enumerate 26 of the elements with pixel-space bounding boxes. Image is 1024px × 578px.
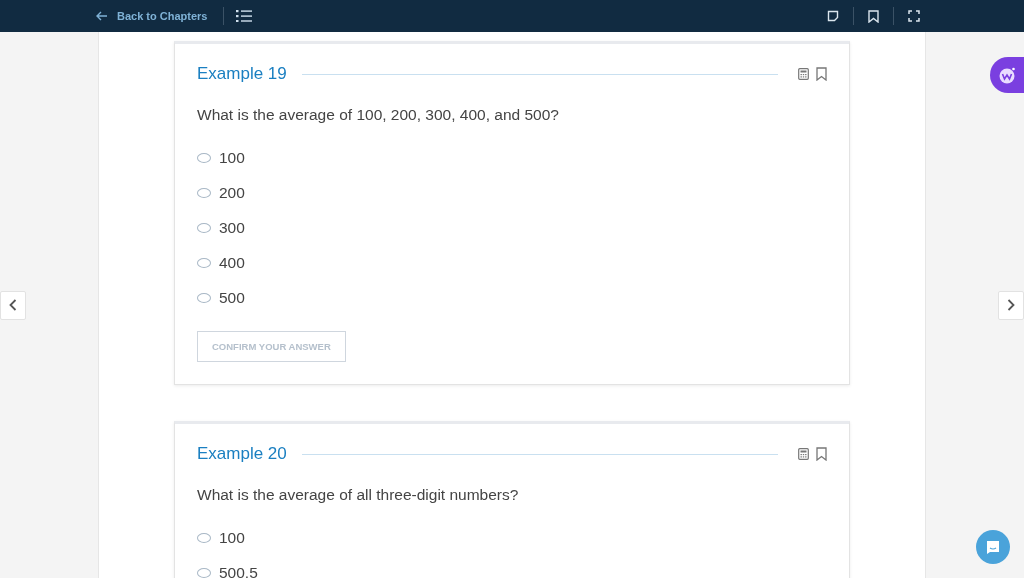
answer-option[interactable]: 100 [197, 140, 827, 175]
answer-option[interactable]: 300 [197, 210, 827, 245]
assistant-logo-icon [998, 66, 1016, 84]
calculator-icon[interactable] [798, 448, 809, 460]
question-text: What is the average of all three-digit numbers? [197, 486, 520, 504]
answer-option[interactable]: 200 [197, 175, 827, 210]
calculator-icon[interactable] [798, 68, 809, 80]
chat-icon [986, 539, 1000, 555]
chevron-left-icon [9, 299, 17, 311]
list-icon[interactable] [236, 10, 253, 22]
answer-option[interactable]: 500 [197, 280, 827, 315]
answer-option[interactable]: 100 [197, 520, 827, 555]
back-link[interactable]: Back to Chapters [96, 10, 208, 22]
chat-button[interactable] [976, 530, 1010, 564]
question-text: What is the average of 100, 200, 300, 400, and 500? [197, 106, 560, 124]
answer-option[interactable]: 500.5 [197, 555, 827, 578]
next-button[interactable] [998, 290, 1024, 320]
previous-button[interactable] [0, 290, 26, 320]
arrow-left-icon [96, 11, 108, 21]
fullscreen-icon[interactable] [908, 10, 920, 22]
answer-option[interactable]: 400 [197, 245, 827, 280]
example-title: Example 20 [197, 444, 287, 464]
example-title: Example 19 [197, 64, 287, 84]
chevron-right-icon [1007, 299, 1015, 311]
assistant-button[interactable] [990, 57, 1024, 93]
note-icon[interactable] [827, 10, 839, 22]
